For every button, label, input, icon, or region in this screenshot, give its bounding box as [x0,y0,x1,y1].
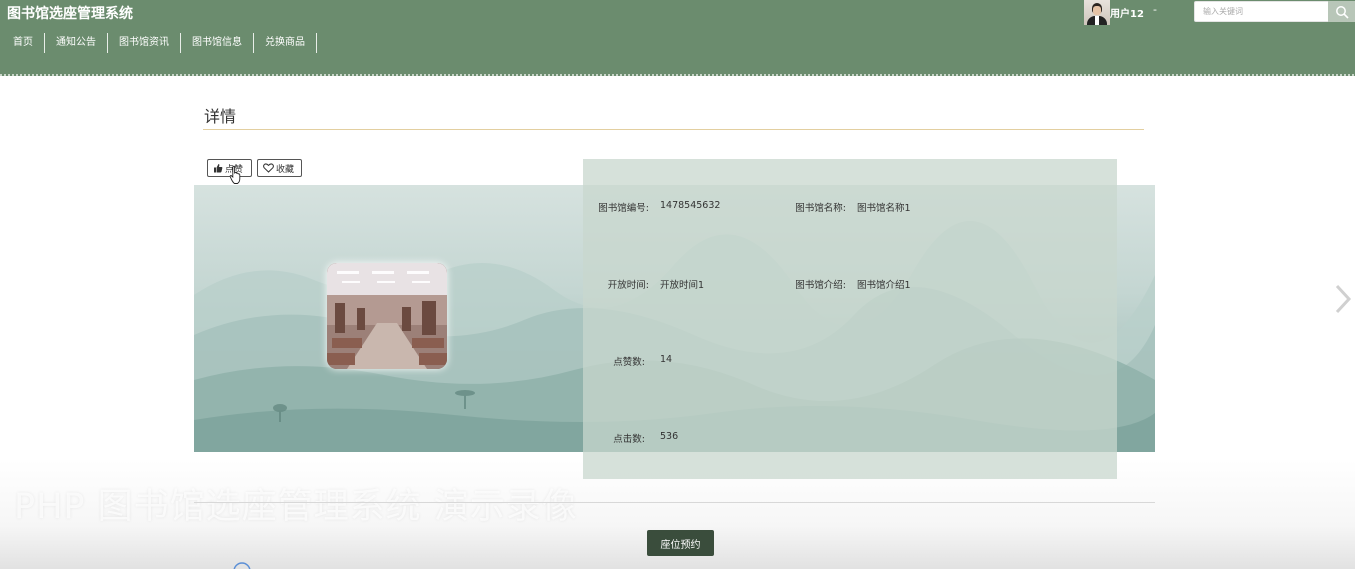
favorite-button[interactable]: 收藏 [257,159,302,177]
nav-item-home[interactable]: 首页 [0,33,45,53]
title-divider [203,129,1144,130]
main-nav: 首页 通知公告 图书馆资讯 图书馆信息 兑换商品 [0,33,317,53]
favorite-label: 收藏 [276,164,295,175]
field-label-library-name: 图书馆名称: [795,203,846,214]
seat-reserve-button[interactable]: 座位预约 [647,530,714,556]
header: 图书馆选座管理系统 用户12 - 首页 通知公告 图书馆资讯 图书馆信息 兑换商… [0,0,1355,76]
field-label-open-time: 开放时间: [607,280,649,291]
site-title: 图书馆选座管理系统 [7,6,133,22]
nav-item-library-info[interactable]: 图书馆信息 [181,33,254,53]
field-label-library-id: 图书馆编号: [598,203,649,214]
field-value-library-intro: 图书馆介绍1 [857,280,911,291]
field-value-open-time: 开放时间1 [660,280,705,291]
heart-icon [263,163,274,173]
field-label-clicks: 点击数: [613,434,645,445]
thumbs-up-icon [214,164,223,173]
field-value-library-name: 图书馆名称1 [857,203,911,214]
watermark-text: PHP 图书馆选座管理系统 演示录像 [14,487,578,527]
bottom-divider [194,502,1155,503]
page-title: 详情 [204,107,237,126]
user-menu-caret[interactable]: - [1153,3,1157,16]
avatar[interactable] [1084,0,1110,25]
field-label-likes: 点赞数: [613,357,645,368]
nav-item-exchange-goods[interactable]: 兑换商品 [254,33,317,53]
nav-item-notices[interactable]: 通知公告 [45,33,108,53]
search-button[interactable] [1328,1,1355,22]
field-value-likes: 14 [660,354,673,365]
mouse-cursor-icon [229,165,241,184]
search-input[interactable] [1194,1,1330,22]
library-image [327,263,447,369]
chevron-right-icon[interactable] [1333,283,1353,315]
field-value-clicks: 536 [660,431,679,442]
username[interactable]: 用户12 [1110,5,1144,20]
search-icon [1335,5,1349,19]
field-value-library-id: 1478545632 [660,200,721,211]
loading-circle-icon [233,562,251,569]
field-label-library-intro: 图书馆介绍: [795,280,846,291]
nav-item-news[interactable]: 图书馆资讯 [108,33,181,53]
